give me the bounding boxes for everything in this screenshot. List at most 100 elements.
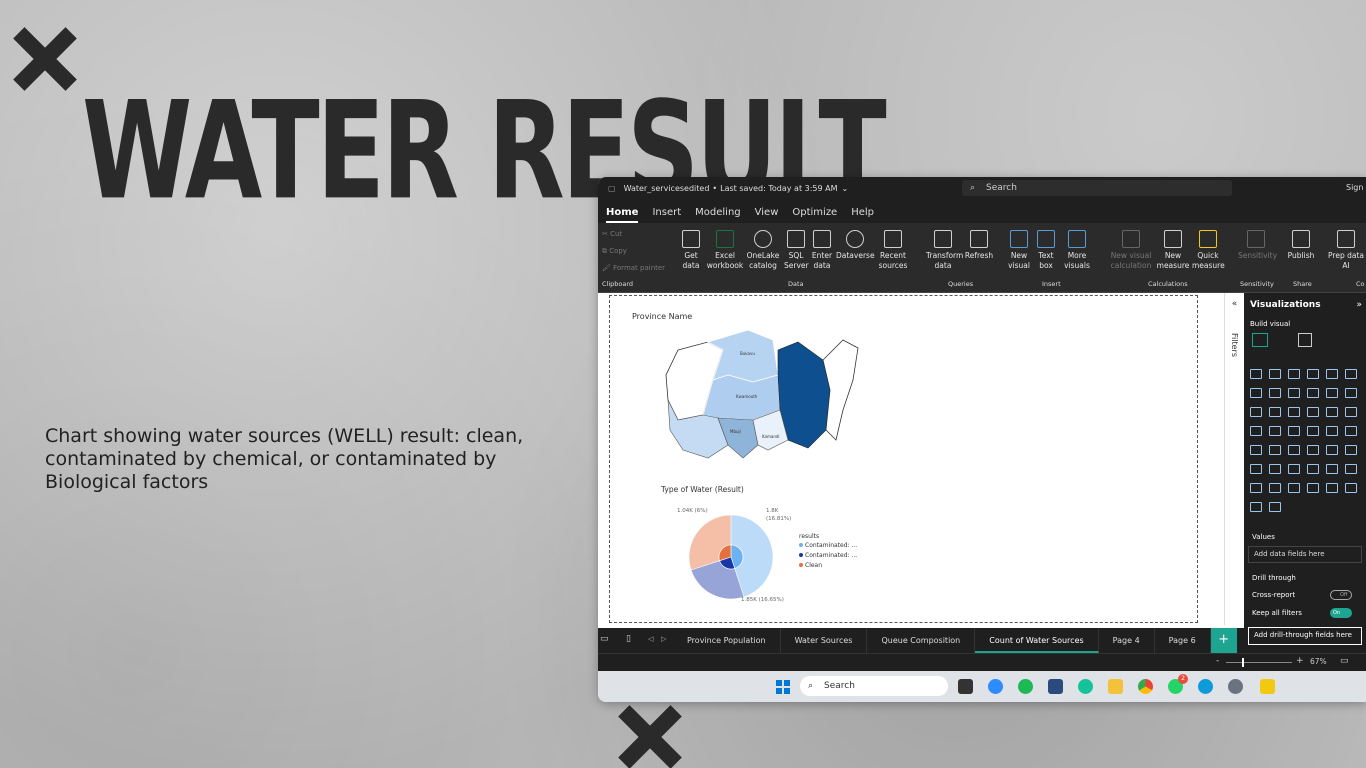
legend-item-contaminated-2[interactable]: Contaminated: ...	[799, 552, 857, 559]
sign-in-link[interactable]: Sign	[1346, 183, 1363, 192]
next-page-icon[interactable]: ▷	[661, 635, 666, 643]
new-measure-button[interactable]: New measure	[1156, 230, 1190, 271]
visual-type-icon[interactable]	[1269, 407, 1281, 417]
cut-button[interactable]: ✂ Cut	[602, 230, 622, 238]
grammarly-icon[interactable]	[1078, 679, 1093, 694]
visual-type-icon[interactable]	[1250, 483, 1262, 493]
sql-server-button[interactable]: SQL Server	[784, 230, 809, 271]
tab-province-population[interactable]: Province Population	[673, 628, 781, 653]
visual-type-icon[interactable]	[1250, 426, 1262, 436]
visual-type-icon[interactable]	[1307, 388, 1319, 398]
enter-data-button[interactable]: Enter data	[810, 230, 834, 271]
sensitivity-button[interactable]: Sensitivity	[1238, 230, 1277, 261]
visual-type-icon[interactable]	[1288, 483, 1300, 493]
add-page-button[interactable]: +	[1210, 628, 1237, 653]
visual-type-icon[interactable]	[1269, 388, 1281, 398]
visual-type-icon[interactable]	[1326, 445, 1338, 455]
visual-type-icon[interactable]	[1326, 369, 1338, 379]
visual-type-icon[interactable]	[1307, 445, 1319, 455]
visual-type-icon[interactable]	[1307, 407, 1319, 417]
new-visual-button[interactable]: New visual	[1006, 230, 1032, 271]
copy-button[interactable]: ⧉ Copy	[602, 247, 627, 256]
more-visuals-button[interactable]: More visuals	[1060, 230, 1094, 271]
menu-insert[interactable]: Insert	[652, 207, 681, 223]
zoom-out-icon[interactable]: -	[1216, 656, 1219, 666]
visual-type-icon[interactable]	[1345, 388, 1357, 398]
visual-type-icon[interactable]	[1326, 426, 1338, 436]
visual-type-icon[interactable]	[1345, 464, 1357, 474]
tab-page-4[interactable]: Page 4	[1099, 628, 1155, 653]
province-map[interactable]: Bukavu Kwamouth Mbuji Kamandi	[658, 320, 868, 472]
keep-all-filters-toggle[interactable]: On	[1330, 608, 1352, 618]
power-bi-icon[interactable]	[1260, 679, 1275, 694]
onelake-catalog-button[interactable]: OneLake catalog	[746, 230, 780, 271]
excel-workbook-button[interactable]: Excel workbook	[706, 230, 744, 271]
visual-type-icon[interactable]	[1326, 464, 1338, 474]
visual-type-icon[interactable]	[1288, 445, 1300, 455]
mobile-view-icon[interactable]: ▯	[626, 634, 631, 644]
autosave-icon[interactable]: ▢	[608, 184, 616, 193]
legend-item-contaminated-1[interactable]: Contaminated: ...	[799, 542, 857, 549]
filters-label[interactable]: Filters	[1230, 333, 1239, 357]
visual-type-icon[interactable]	[1288, 407, 1300, 417]
zoom-app-icon[interactable]	[988, 679, 1003, 694]
visual-type-icon[interactable]	[1345, 483, 1357, 493]
windows-start-icon[interactable]	[776, 680, 790, 694]
recent-sources-button[interactable]: Recent sources	[876, 230, 910, 271]
refresh-button[interactable]: Refresh	[964, 230, 994, 261]
visual-type-icon[interactable]	[1250, 464, 1262, 474]
visual-type-icon[interactable]	[1307, 464, 1319, 474]
menu-view[interactable]: View	[755, 207, 779, 223]
menu-modeling[interactable]: Modeling	[695, 207, 741, 223]
visual-type-icon[interactable]	[1269, 483, 1281, 493]
visual-type-icon[interactable]	[1250, 369, 1262, 379]
new-visual-calculation-button[interactable]: New visual calculation	[1108, 230, 1154, 271]
dataverse-button[interactable]: Dataverse	[836, 230, 875, 261]
transform-data-button[interactable]: Transform data	[926, 230, 963, 271]
visual-type-icon[interactable]	[1345, 445, 1357, 455]
chrome-icon[interactable]	[1138, 679, 1153, 694]
menu-optimize[interactable]: Optimize	[792, 207, 837, 223]
taskbar-search-input[interactable]: ⌕ Search	[800, 676, 948, 696]
visual-type-icon[interactable]	[1307, 426, 1319, 436]
visual-type-icon[interactable]	[1269, 445, 1281, 455]
publish-button[interactable]: Publish	[1286, 230, 1316, 261]
visual-type-icon[interactable]	[1326, 483, 1338, 493]
zoom-in-icon[interactable]: +	[1296, 656, 1304, 666]
chevron-down-icon[interactable]: ⌄	[842, 184, 849, 193]
menu-help[interactable]: Help	[851, 207, 874, 223]
visual-type-icon[interactable]	[1269, 464, 1281, 474]
build-visual-icon[interactable]	[1252, 333, 1268, 347]
visual-type-icon[interactable]	[1288, 464, 1300, 474]
visual-type-icon[interactable]	[1250, 388, 1262, 398]
task-view-icon[interactable]	[958, 679, 973, 694]
visual-type-icon[interactable]	[1288, 426, 1300, 436]
tab-page-6[interactable]: Page 6	[1155, 628, 1211, 653]
legend-item-clean[interactable]: Clean	[799, 562, 857, 569]
visual-type-icon[interactable]	[1250, 407, 1262, 417]
visual-type-icon[interactable]	[1288, 388, 1300, 398]
visual-type-icon[interactable]	[1288, 369, 1300, 379]
visual-type-icon[interactable]	[1326, 407, 1338, 417]
quick-measure-button[interactable]: Quick measure	[1192, 230, 1225, 271]
spotify-icon[interactable]	[1018, 679, 1033, 694]
desktop-view-icon[interactable]: ▭	[600, 634, 609, 644]
visual-type-icon[interactable]	[1250, 502, 1262, 512]
prep-data-ai-button[interactable]: Prep data AI	[1326, 230, 1366, 271]
format-painter-button[interactable]: 🖌 Format painter	[602, 264, 665, 272]
edge-icon[interactable]	[1198, 679, 1213, 694]
visual-type-icon[interactable]	[1307, 483, 1319, 493]
menu-home[interactable]: Home	[606, 207, 639, 223]
add-data-fields-drop[interactable]: Add data fields here	[1248, 546, 1362, 563]
visual-type-icon[interactable]	[1250, 445, 1262, 455]
visual-type-icon[interactable]	[1345, 426, 1357, 436]
get-data-button[interactable]: Get data	[678, 230, 704, 271]
visual-type-icon[interactable]	[1326, 388, 1338, 398]
format-visual-icon[interactable]	[1298, 333, 1312, 347]
zoom-slider-thumb[interactable]	[1242, 658, 1244, 667]
filters-pane[interactable]: « Filters	[1224, 293, 1244, 625]
search-input[interactable]: ⌕ Search	[962, 180, 1232, 196]
visual-type-icon[interactable]	[1269, 502, 1281, 512]
tab-queue-composition[interactable]: Queue Composition	[867, 628, 976, 653]
add-drill-through-fields-drop[interactable]: Add drill-through fields here	[1248, 627, 1362, 645]
